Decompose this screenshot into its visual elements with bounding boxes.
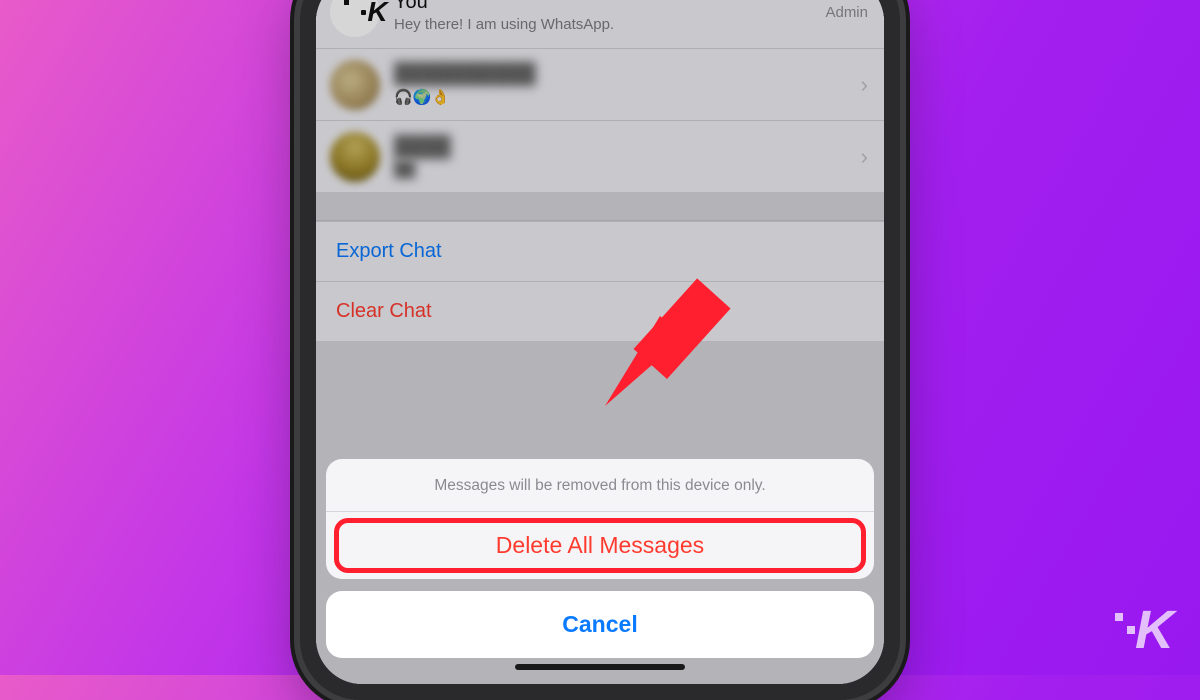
chevron-right-icon: › bbox=[861, 144, 868, 170]
participant-row-you[interactable]: K You Hey there! I am using WhatsApp. Ad… bbox=[316, 0, 884, 48]
export-chat-row[interactable]: Export Chat bbox=[316, 221, 884, 281]
participant-name: ████ bbox=[394, 136, 853, 159]
chat-actions-section: Export Chat Clear Chat bbox=[316, 220, 884, 341]
participants-section: K You Hey there! I am using WhatsApp. Ad… bbox=[316, 0, 884, 192]
participant-status: ██ bbox=[394, 161, 853, 178]
sheet-message: Messages will be removed from this devic… bbox=[326, 459, 874, 512]
phone-frame: K You Hey there! I am using WhatsApp. Ad… bbox=[300, 0, 900, 700]
participant-row[interactable]: ██████████ 🎧🌍👌 › bbox=[316, 48, 884, 120]
participant-status: Hey there! I am using WhatsApp. bbox=[394, 16, 817, 33]
participant-name: You bbox=[394, 0, 817, 14]
avatar bbox=[330, 132, 380, 182]
cancel-button[interactable]: Cancel bbox=[326, 591, 874, 658]
participant-status: 🎧🌍👌 bbox=[394, 88, 853, 106]
avatar-you: K bbox=[330, 0, 380, 37]
participant-row[interactable]: ████ ██ › bbox=[316, 120, 884, 192]
avatar bbox=[330, 60, 380, 110]
participant-role: Admin bbox=[825, 4, 868, 21]
cancel-button-label: Cancel bbox=[562, 611, 637, 637]
clear-chat-row[interactable]: Clear Chat bbox=[316, 281, 884, 341]
chevron-right-icon: › bbox=[861, 72, 868, 98]
watermark-logo: K bbox=[1113, 599, 1172, 661]
home-indicator[interactable] bbox=[515, 664, 685, 670]
action-sheet: Messages will be removed from this devic… bbox=[326, 459, 874, 658]
delete-button-label: Delete All Messages bbox=[496, 532, 704, 558]
delete-all-messages-button[interactable]: Delete All Messages bbox=[326, 512, 874, 579]
participant-name: ██████████ bbox=[394, 63, 853, 86]
phone-screen: K You Hey there! I am using WhatsApp. Ad… bbox=[316, 0, 884, 684]
